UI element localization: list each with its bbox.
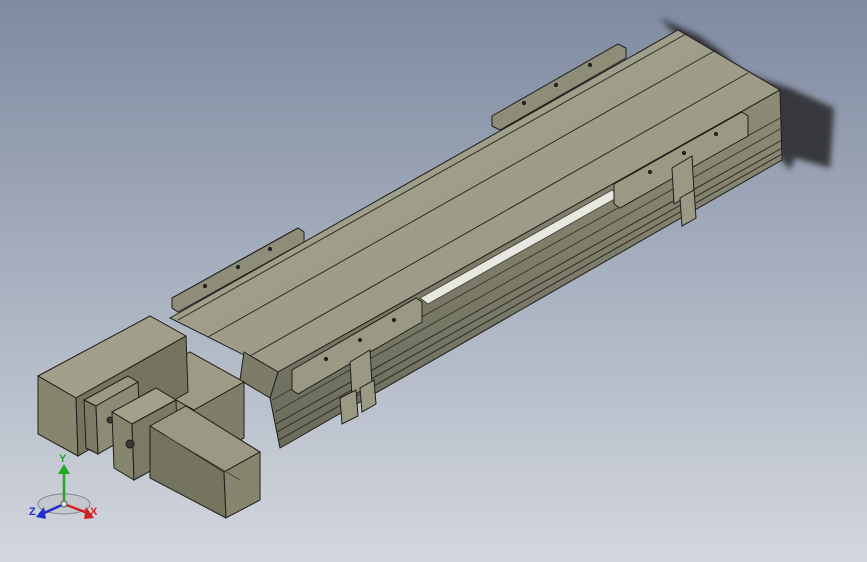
view-triad[interactable]: Y Z X (29, 453, 98, 519)
z-axis-label: Z (29, 506, 36, 518)
linear-actuator-body[interactable] (168, 29, 783, 449)
x-axis-label: X (90, 506, 98, 518)
cad-viewport[interactable]: Y Z X (0, 0, 867, 562)
model-canvas[interactable]: Y Z X (0, 0, 867, 562)
y-axis-label: Y (59, 453, 67, 465)
